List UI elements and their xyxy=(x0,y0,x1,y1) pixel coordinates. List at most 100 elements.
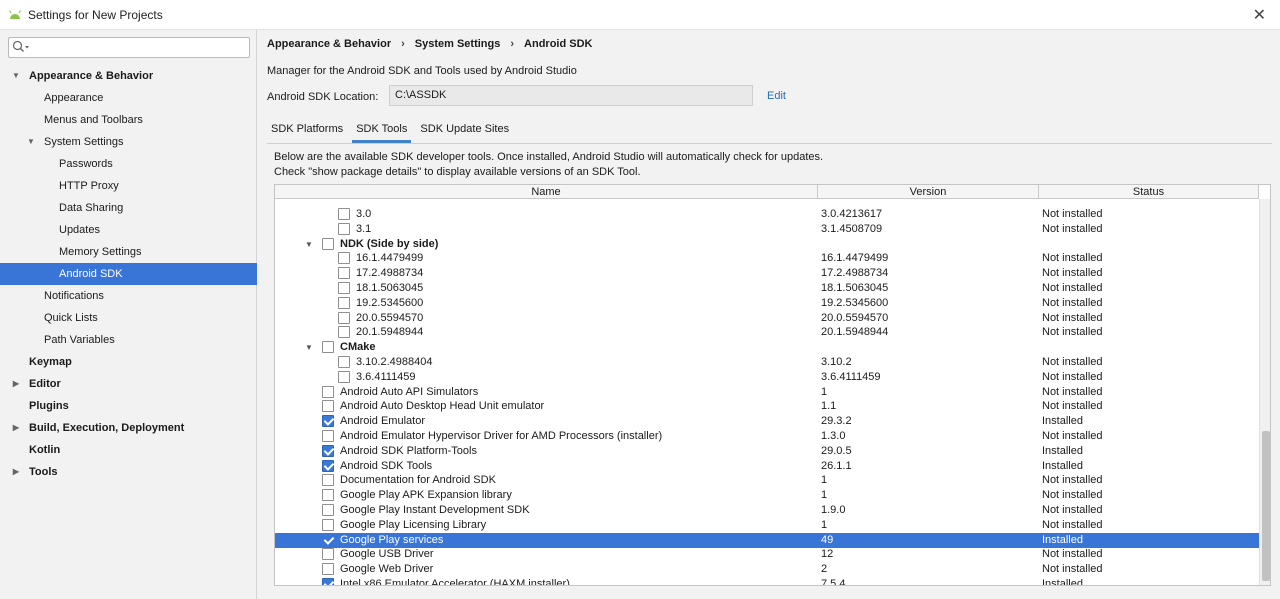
row-checkbox[interactable] xyxy=(322,400,334,413)
column-header-name[interactable]: Name xyxy=(275,185,818,199)
row-checkbox[interactable] xyxy=(322,415,334,428)
sidebar-item-notifications[interactable]: Notifications xyxy=(0,285,257,307)
table-row[interactable]: Google USB Driver 12 Not installed xyxy=(275,547,1259,562)
table-row[interactable]: 16.1.4479499 16.1.4479499 Not installed xyxy=(275,251,1259,266)
table-row[interactable]: ▼ NDK (Side by side) xyxy=(275,237,1259,252)
table-row[interactable]: 18.1.5063045 18.1.5063045 Not installed xyxy=(275,281,1259,296)
sidebar-item-plugins[interactable]: Plugins xyxy=(0,395,257,417)
table-row[interactable]: Documentation for Android SDK 1 Not instal… xyxy=(275,473,1259,488)
row-checkbox[interactable] xyxy=(338,370,350,383)
sidebar-item-quick-lists[interactable]: Quick Lists xyxy=(0,307,257,329)
sidebar-item-path-variables[interactable]: Path Variables xyxy=(0,329,257,351)
cell-version: 29.3.2 xyxy=(821,415,852,428)
sidebar-item-memory-settings[interactable]: Memory Settings xyxy=(0,241,257,263)
table-row[interactable]: Android Auto Desktop Head Unit emulator 1… xyxy=(275,399,1259,414)
row-checkbox[interactable] xyxy=(338,326,350,339)
sidebar-item-build-execution-deployment[interactable]: ▶ Build, Execution, Deployment xyxy=(0,417,257,439)
sidebar-item-passwords[interactable]: Passwords xyxy=(0,153,257,175)
scrollbar-thumb[interactable] xyxy=(1262,431,1270,581)
column-header-status[interactable]: Status xyxy=(1039,185,1259,199)
sdk-location-field[interactable]: C:\ASSDK xyxy=(389,85,753,106)
sidebar-item-keymap[interactable]: Keymap xyxy=(0,351,257,373)
table-row[interactable]: Google Play Instant Development SDK 1.9.0… xyxy=(275,503,1259,518)
row-checkbox[interactable] xyxy=(338,252,350,265)
row-checkbox[interactable] xyxy=(322,578,334,585)
breadcrumb-item: System Settings xyxy=(414,38,501,50)
collapse-arrow-icon[interactable]: ▶ xyxy=(11,417,21,439)
cell-status: Not installed xyxy=(1042,489,1103,502)
row-checkbox[interactable] xyxy=(322,385,334,398)
expand-arrow-icon[interactable]: ▼ xyxy=(304,237,314,252)
row-checkbox[interactable] xyxy=(338,282,350,294)
row-checkbox[interactable] xyxy=(322,563,334,576)
table-row[interactable]: 20.1.5948944 20.1.5948944 Not installed xyxy=(275,325,1259,340)
edit-link[interactable]: Edit xyxy=(767,90,786,102)
table-row[interactable]: Android Emulator 29.3.2 Installed xyxy=(275,414,1259,429)
sidebar-item-menus-and-toolbars[interactable]: Menus and Toolbars xyxy=(0,109,257,131)
row-checkbox[interactable] xyxy=(338,311,350,324)
sidebar-item-label: Passwords xyxy=(59,158,113,170)
table-row[interactable]: Android SDK Tools 26.1.1 Installed xyxy=(275,459,1259,474)
table-row[interactable]: 3.1 3.1.4508709 Not installed xyxy=(275,222,1259,237)
row-checkbox[interactable] xyxy=(322,474,334,487)
row-checkbox[interactable] xyxy=(338,222,350,235)
row-checkbox[interactable] xyxy=(338,267,350,280)
collapse-arrow-icon[interactable]: ▶ xyxy=(11,373,21,395)
tab-sdk-tools[interactable]: SDK Tools xyxy=(352,121,412,143)
column-header-version[interactable]: Version xyxy=(818,185,1039,199)
expand-arrow-icon[interactable]: ▼ xyxy=(11,65,21,87)
expand-arrow-icon[interactable]: ▼ xyxy=(26,131,36,153)
row-checkbox[interactable] xyxy=(322,237,334,250)
expand-arrow-icon[interactable]: ▼ xyxy=(304,340,314,355)
row-checkbox[interactable] xyxy=(322,548,334,561)
table-row[interactable]: 3.10.2.4988404 3.10.2 Not installed xyxy=(275,355,1259,370)
row-checkbox[interactable] xyxy=(322,341,334,354)
table-row[interactable]: ▼ CMake xyxy=(275,340,1259,355)
table-scrollbar[interactable] xyxy=(1259,199,1270,585)
cell-version: 3.0.4213617 xyxy=(821,208,883,220)
collapse-arrow-icon[interactable]: ▶ xyxy=(11,461,21,483)
cell-version: 29.0.5 xyxy=(821,444,852,457)
sidebar-item-system-settings[interactable]: ▼ System Settings xyxy=(0,131,257,153)
row-checkbox[interactable] xyxy=(322,504,334,516)
cell-name: 20.0.5594570 xyxy=(356,311,424,324)
row-checkbox[interactable] xyxy=(322,459,334,472)
table-row[interactable]: Intel x86 Emulator Accelerator (HAXM ins… xyxy=(275,577,1259,585)
table-row[interactable]: Google Play APK Expansion library 1 Not in… xyxy=(275,488,1259,503)
sidebar-item-appearance[interactable]: Appearance xyxy=(0,87,257,109)
search-input[interactable] xyxy=(8,37,250,58)
row-checkbox[interactable] xyxy=(338,296,350,309)
table-row[interactable]: Google Play Licensing Library 1 Not instal… xyxy=(275,518,1259,533)
row-checkbox[interactable] xyxy=(338,356,350,368)
cell-name: 19.2.5345600 xyxy=(356,296,424,309)
sidebar-item-android-sdk[interactable]: Android SDK xyxy=(0,263,257,285)
row-checkbox[interactable] xyxy=(322,430,334,442)
row-checkbox[interactable] xyxy=(322,534,334,546)
table-row[interactable]: 20.0.5594570 20.0.5594570 Not installed xyxy=(275,311,1259,326)
table-row[interactable]: Android SDK Platform-Tools 29.0.5 Installe… xyxy=(275,444,1259,459)
sidebar-item-updates[interactable]: Updates xyxy=(0,219,257,241)
cell-name: 3.0 xyxy=(356,208,372,220)
table-row[interactable]: 3.6.4111459 3.6.4111459 Not installed xyxy=(275,370,1259,385)
table-row[interactable]: 17.2.4988734 17.2.4988734 Not installed xyxy=(275,266,1259,281)
sidebar-item-data-sharing[interactable]: Data Sharing xyxy=(0,197,257,219)
tab-sdk-platforms[interactable]: SDK Platforms xyxy=(267,121,347,143)
table-row[interactable]: Android Auto API Simulators 1 Not installe… xyxy=(275,385,1259,400)
row-checkbox[interactable] xyxy=(322,444,334,457)
table-row[interactable]: 3.0 3.0.4213617 Not installed xyxy=(275,207,1259,222)
table-row[interactable]: 19.2.5345600 19.2.5345600 Not installed xyxy=(275,296,1259,311)
table-row[interactable]: Google Play services 49 Installed xyxy=(275,532,1259,548)
sidebar-item-kotlin[interactable]: Kotlin xyxy=(0,439,257,461)
close-icon[interactable]: ✕ xyxy=(1253,5,1266,25)
cell-status: Installed xyxy=(1042,415,1083,428)
table-row[interactable]: Android Emulator Hypervisor Driver for A… xyxy=(275,429,1259,444)
row-checkbox[interactable] xyxy=(322,489,334,502)
sidebar-item-http-proxy[interactable]: HTTP Proxy xyxy=(0,175,257,197)
tab-sdk-update-sites[interactable]: SDK Update Sites xyxy=(416,121,513,143)
sidebar-item-tools[interactable]: ▶ Tools xyxy=(0,461,257,483)
table-row[interactable]: Google Web Driver 2 Not installed xyxy=(275,562,1259,577)
sidebar-item-appearance-behavior[interactable]: ▼ Appearance & Behavior xyxy=(0,65,257,87)
row-checkbox[interactable] xyxy=(322,518,334,531)
sidebar-item-editor[interactable]: ▶ Editor xyxy=(0,373,257,395)
row-checkbox[interactable] xyxy=(338,208,350,220)
